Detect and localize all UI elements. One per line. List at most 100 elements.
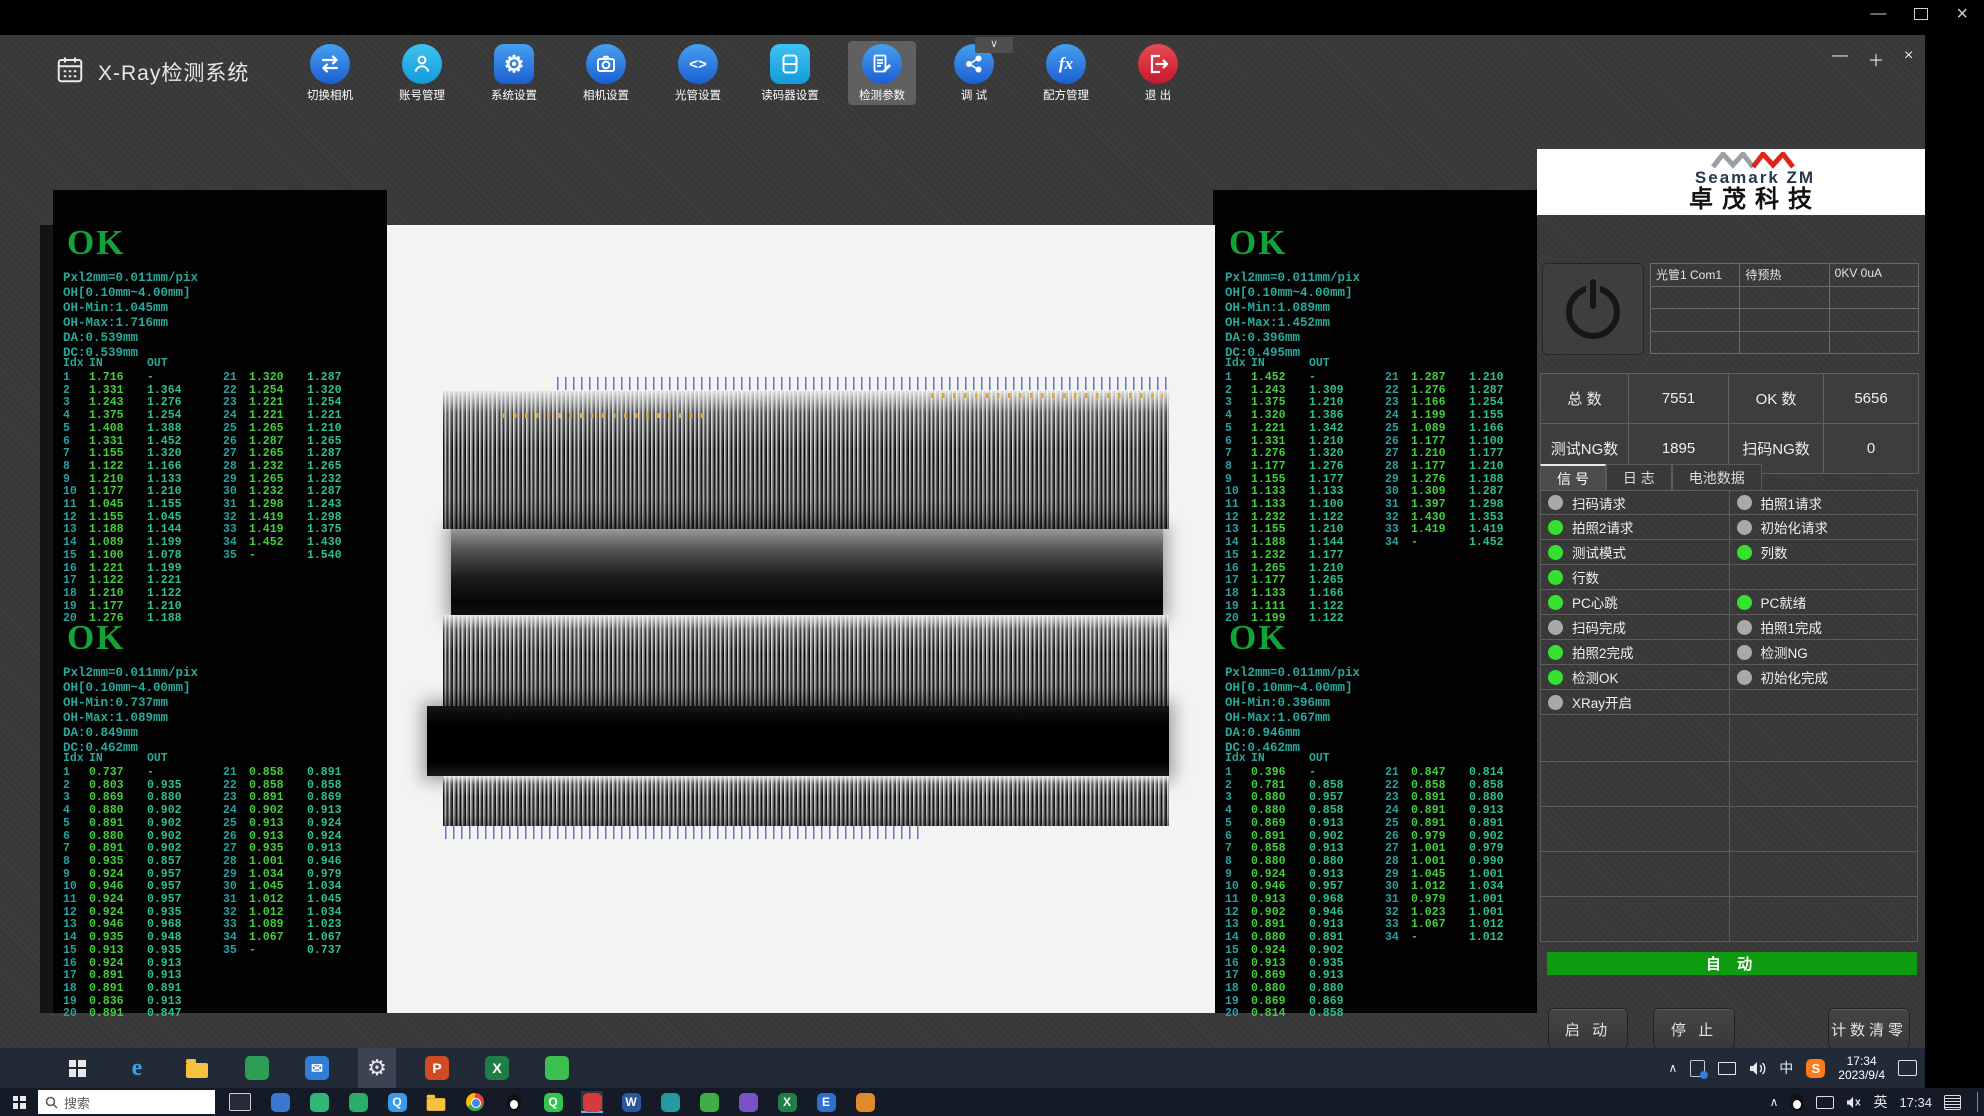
signal-label: 拍照2请求 (1572, 517, 1634, 537)
toolbar-label-debug: 调 试 (961, 87, 987, 103)
edge-icon[interactable]: e (118, 1048, 156, 1088)
app-maximize-button[interactable]: ＋ (1868, 47, 1884, 71)
toolbar-item-reader-settings[interactable]: 读码器设置 (756, 41, 824, 105)
measure-row: 121.2321.122 (1225, 512, 1367, 525)
measure-row: 121.1551.045 (63, 512, 205, 525)
penguin-icon[interactable] (503, 1091, 525, 1113)
notes-icon[interactable] (1944, 1095, 1961, 1110)
debug-dropdown-button[interactable]: ∨ (975, 37, 1013, 53)
account-icon (402, 44, 442, 84)
orange-app-icon[interactable] (854, 1091, 876, 1113)
file-explorer-icon[interactable] (178, 1048, 216, 1088)
toolbar-item-switch-camera[interactable]: 切换相机 (296, 41, 364, 105)
blue-e-icon[interactable]: E (815, 1091, 837, 1113)
measure-info: Pxl2mm=0.011mm/pix OH[0.10mm~4.00mm] OH-… (63, 666, 198, 756)
measure-row: 71.2761.320 (1225, 448, 1367, 461)
measure-row: 80.8800.880 (1225, 856, 1367, 869)
measure-row: 341.0671.067 (223, 932, 365, 945)
show-desktop-button[interactable] (1977, 1092, 1978, 1112)
electrode-comb-bottom (443, 776, 1169, 826)
search-input[interactable]: 搜索 (38, 1090, 215, 1114)
app-blue-tool[interactable] (269, 1091, 291, 1113)
sogou-icon[interactable]: S (1806, 1059, 1825, 1078)
powerpoint-icon[interactable]: P (418, 1048, 456, 1088)
toolbar-item-exit[interactable]: 退 出 (1124, 41, 1192, 105)
counter-label: 总 数 (1541, 374, 1629, 424)
touch-keyboard-icon[interactable] (1816, 1096, 1834, 1109)
measure-row: 31.2431.276 (63, 397, 205, 410)
chrome-icon[interactable] (464, 1091, 486, 1113)
volume-icon[interactable] (1749, 1061, 1766, 1076)
toolbar-item-camera-settings[interactable]: 相机设置 (572, 41, 640, 105)
outlook-icon[interactable]: ✉ (298, 1048, 336, 1088)
empty-cell (1540, 762, 1730, 807)
start-button-app[interactable]: 启 动 (1548, 1008, 1628, 1050)
wechat-icon[interactable] (347, 1091, 369, 1113)
stop-button-app[interactable]: 停 止 (1653, 1008, 1735, 1050)
tablet-device-icon[interactable] (1690, 1060, 1705, 1077)
red-app-icon[interactable] (581, 1091, 603, 1113)
excel-icon[interactable]: X (478, 1048, 516, 1088)
count-reset-button[interactable]: 计数清零 (1828, 1008, 1910, 1050)
dense-band-lower (427, 706, 1169, 776)
word-icon[interactable]: W (620, 1091, 642, 1113)
tab-电池数据[interactable]: 电池数据 (1672, 464, 1762, 490)
measure-row: 321.0121.034 (223, 907, 365, 920)
notification-center-icon[interactable] (1898, 1060, 1917, 1076)
start-button[interactable] (0, 1088, 38, 1116)
measure-row: 34-1.452 (1385, 537, 1527, 550)
measure-row: 301.0451.034 (223, 881, 365, 894)
app-minimize-button[interactable]: — (1832, 47, 1848, 71)
folder-icon[interactable] (425, 1091, 447, 1113)
settings-gear-icon[interactable]: ⚙ (358, 1048, 396, 1088)
measure-row: 60.8910.902 (1225, 831, 1367, 844)
remote-maximize-button[interactable] (1914, 8, 1928, 20)
xray-power-button[interactable] (1542, 263, 1644, 355)
network-icon[interactable] (1718, 1062, 1736, 1075)
remote-close-button[interactable]: × (1956, 5, 1968, 23)
tray-expand-icon[interactable]: ∧ (1668, 1061, 1677, 1075)
toolbar-item-tube-settings[interactable]: <>光管设置 (664, 41, 732, 105)
counter-value: 0 (1824, 424, 1919, 474)
tube-status-cell: 待预热 (1740, 264, 1829, 287)
search-app-icon[interactable] (698, 1091, 720, 1113)
tab-日志[interactable]: 日 志 (1606, 464, 1672, 490)
measure-row: 20.8030.935 (63, 780, 205, 793)
qq-penguin-icon[interactable] (1790, 1094, 1804, 1111)
auto-mode-button[interactable]: 自 动 (1547, 952, 1917, 975)
local-clock[interactable]: 17:34 (1899, 1095, 1932, 1110)
qq-blue-icon[interactable]: Q (386, 1091, 408, 1113)
toolbar-item-account[interactable]: 账号管理 (388, 41, 456, 105)
toolbar-item-detect-params[interactable]: 检测参数 (848, 41, 916, 105)
tube-status-cell: 光管1 Com1 (1651, 264, 1740, 287)
tube-status-cell (1740, 287, 1829, 310)
green-app-icon[interactable] (238, 1048, 276, 1088)
qq-green-icon[interactable]: Q (542, 1091, 564, 1113)
teal-app-icon[interactable] (659, 1091, 681, 1113)
xray-image-view[interactable] (387, 225, 1215, 1013)
ime2-indicator[interactable]: 英 (1873, 1092, 1887, 1112)
toolbar-item-recipe[interactable]: fx配方管理 (1032, 41, 1100, 105)
measure-row: 50.8690.913 (1225, 818, 1367, 831)
remote-minimize-button[interactable]: — (1870, 5, 1886, 23)
start-button[interactable] (58, 1048, 96, 1088)
app-close-button[interactable]: × (1904, 47, 1913, 71)
signal-扫码完成: 扫码完成 (1540, 615, 1730, 640)
excel-icon[interactable]: X (776, 1091, 798, 1113)
measure-row: 41.3751.254 (63, 410, 205, 423)
volume-muted-icon[interactable] (1846, 1096, 1861, 1109)
purple-app-icon[interactable] (737, 1091, 759, 1113)
ime-indicator[interactable]: 中 (1779, 1058, 1793, 1078)
wechat-icon[interactable] (538, 1048, 576, 1088)
measure-row: 81.1221.166 (63, 461, 205, 474)
toolbar-item-system-settings[interactable]: ⚙系统设置 (480, 41, 548, 105)
app-green[interactable] (308, 1091, 330, 1113)
measure-row: 251.2651.210 (223, 423, 365, 436)
electrode-comb-top (443, 391, 1169, 529)
measure-row: 141.1881.144 (1225, 537, 1367, 550)
remote-clock[interactable]: 17:34 2023/9/4 (1838, 1054, 1885, 1082)
task-view-icon[interactable] (229, 1093, 251, 1111)
tray2-expand-icon[interactable]: ∧ (1770, 1095, 1779, 1109)
measure-row: 21.2431.309 (1225, 385, 1367, 398)
tab-信号[interactable]: 信 号 (1540, 464, 1606, 491)
